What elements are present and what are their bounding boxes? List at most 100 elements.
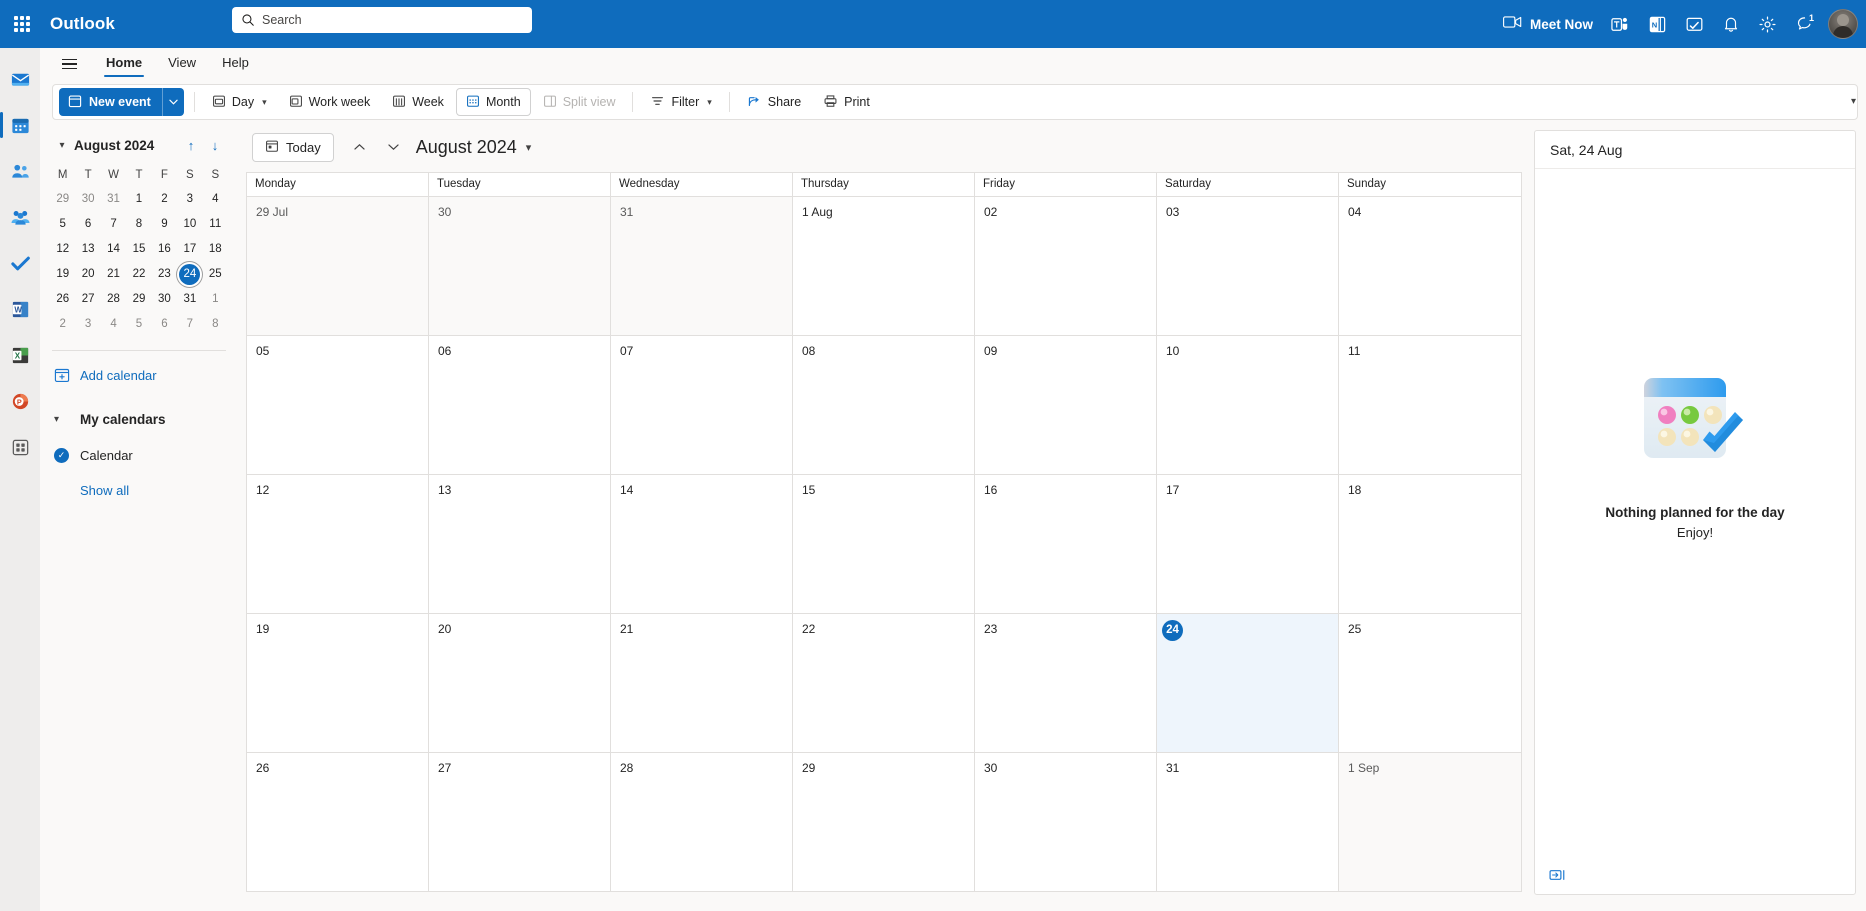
mail-app-icon[interactable] bbox=[0, 56, 40, 102]
calendar-day-cell[interactable]: 09 bbox=[975, 336, 1157, 474]
calendar-day-cell[interactable]: 19 bbox=[247, 614, 429, 752]
calendar-day-cell[interactable]: 28 bbox=[611, 753, 793, 891]
mini-calendar-day[interactable]: 2 bbox=[50, 313, 75, 336]
calendar-day-cell[interactable]: 25 bbox=[1339, 614, 1521, 752]
mini-calendar-day[interactable]: 30 bbox=[75, 188, 100, 211]
search-input[interactable] bbox=[262, 13, 523, 27]
mini-calendar-prev-icon[interactable]: ↑ bbox=[180, 134, 202, 156]
mini-calendar-day[interactable]: 7 bbox=[177, 313, 202, 336]
mini-calendar-day[interactable]: 22 bbox=[126, 263, 151, 286]
calendar-day-cell[interactable]: 31 bbox=[1157, 753, 1339, 891]
mini-calendar-day[interactable]: 8 bbox=[203, 313, 228, 336]
mini-calendar-day[interactable]: 4 bbox=[101, 313, 126, 336]
next-period-icon[interactable] bbox=[380, 133, 408, 161]
calendar-day-cell[interactable]: 08 bbox=[793, 336, 975, 474]
all-apps-icon[interactable] bbox=[0, 424, 40, 470]
calendar-day-cell[interactable]: 23 bbox=[975, 614, 1157, 752]
mini-calendar-day[interactable]: 31 bbox=[101, 188, 126, 211]
calendar-day-cell[interactable]: 05 bbox=[247, 336, 429, 474]
mini-calendar-day-today[interactable]: 24 bbox=[179, 264, 201, 285]
calendar-app-icon[interactable] bbox=[0, 102, 40, 148]
meet-now-button[interactable]: Meet Now bbox=[1494, 0, 1602, 48]
calendar-day-cell[interactable]: 21 bbox=[611, 614, 793, 752]
tab-home[interactable]: Home bbox=[94, 51, 154, 77]
mini-calendar-day[interactable]: 11 bbox=[203, 213, 228, 236]
people-app-icon[interactable] bbox=[0, 148, 40, 194]
view-week-button[interactable]: Week bbox=[382, 88, 454, 116]
calendar-day-cell[interactable]: 04 bbox=[1339, 197, 1521, 335]
mini-calendar-day[interactable]: 6 bbox=[152, 313, 177, 336]
calendar-day-cell[interactable]: 20 bbox=[429, 614, 611, 752]
mini-calendar-day[interactable]: 10 bbox=[177, 213, 202, 236]
mini-calendar-day[interactable]: 1 bbox=[203, 288, 228, 311]
calendar-day-cell[interactable]: 10 bbox=[1157, 336, 1339, 474]
search-box[interactable] bbox=[232, 7, 532, 33]
mini-calendar-day[interactable]: 21 bbox=[101, 263, 126, 286]
mini-calendar-day[interactable]: 4 bbox=[203, 188, 228, 211]
mini-calendar-title[interactable]: August 2024 bbox=[74, 138, 180, 153]
print-button[interactable]: Print bbox=[813, 88, 880, 116]
calendar-day-cell[interactable]: 22 bbox=[793, 614, 975, 752]
split-view-button[interactable]: Split view bbox=[533, 88, 626, 116]
mini-calendar-day[interactable]: 2 bbox=[152, 188, 177, 211]
mini-calendar-day[interactable]: 12 bbox=[50, 238, 75, 261]
mini-calendar-next-icon[interactable]: ↓ bbox=[204, 134, 226, 156]
calendar-list-item[interactable]: ✓ Calendar bbox=[50, 437, 228, 473]
calendar-day-cell[interactable]: 13 bbox=[429, 475, 611, 613]
mini-calendar-day[interactable]: 18 bbox=[203, 238, 228, 261]
view-day-button[interactable]: Day ▾ bbox=[202, 88, 277, 116]
calendar-day-cell[interactable]: 16 bbox=[975, 475, 1157, 613]
mini-calendar-day[interactable]: 29 bbox=[126, 288, 151, 311]
mini-calendar-day[interactable]: 30 bbox=[152, 288, 177, 311]
calendar-day-cell[interactable]: 07 bbox=[611, 336, 793, 474]
new-event-button[interactable]: New event bbox=[59, 88, 184, 116]
calendar-day-cell[interactable]: 30 bbox=[975, 753, 1157, 891]
powerpoint-app-icon[interactable]: P bbox=[0, 378, 40, 424]
calendar-day-cell[interactable]: 27 bbox=[429, 753, 611, 891]
calendar-day-cell[interactable]: 06 bbox=[429, 336, 611, 474]
app-brand-outlook[interactable]: Outlook bbox=[50, 14, 115, 34]
calendar-day-cell[interactable]: 29 bbox=[793, 753, 975, 891]
my-calendars-group[interactable]: ▾ My calendars bbox=[50, 401, 228, 437]
mini-calendar-day[interactable]: 13 bbox=[75, 238, 100, 261]
mini-calendar-day[interactable]: 1 bbox=[126, 188, 151, 211]
view-month-button[interactable]: Month bbox=[455, 88, 531, 116]
app-launcher-icon[interactable] bbox=[0, 0, 44, 48]
mini-calendar-day[interactable]: 26 bbox=[50, 288, 75, 311]
tab-view[interactable]: View bbox=[156, 51, 208, 77]
calendar-day-cell[interactable]: 11 bbox=[1339, 336, 1521, 474]
calendar-day-cell[interactable]: 02 bbox=[975, 197, 1157, 335]
mini-calendar-day[interactable]: 31 bbox=[177, 288, 202, 311]
filter-button[interactable]: Filter ▾ bbox=[640, 88, 721, 116]
notes-icon[interactable] bbox=[1676, 0, 1713, 48]
calendar-day-cell[interactable]: 1 Sep bbox=[1339, 753, 1521, 891]
expand-pane-icon[interactable] bbox=[1549, 866, 1571, 884]
avatar[interactable] bbox=[1828, 9, 1858, 39]
calendar-period-title[interactable]: August 2024 ▾ bbox=[416, 137, 532, 158]
mini-calendar-day[interactable]: 19 bbox=[50, 263, 75, 286]
chevron-down-icon[interactable]: ▾ bbox=[707, 97, 712, 108]
calendar-day-cell[interactable]: 03 bbox=[1157, 197, 1339, 335]
mini-calendar-day[interactable]: 27 bbox=[75, 288, 100, 311]
excel-app-icon[interactable]: X bbox=[0, 332, 40, 378]
calendar-checked-icon[interactable]: ✓ bbox=[54, 447, 80, 463]
ribbon-expand-icon[interactable]: ▾ bbox=[1851, 96, 1856, 107]
view-work-week-button[interactable]: Work week bbox=[279, 88, 381, 116]
new-event-dropdown-icon[interactable] bbox=[161, 88, 184, 116]
calendar-day-cell[interactable]: 14 bbox=[611, 475, 793, 613]
mini-calendar-day[interactable]: 28 bbox=[101, 288, 126, 311]
chevron-down-icon[interactable]: ▾ bbox=[54, 414, 80, 425]
mini-calendar-day[interactable]: 9 bbox=[152, 213, 177, 236]
add-calendar-button[interactable]: Add calendar bbox=[50, 357, 228, 393]
hamburger-menu-icon[interactable] bbox=[54, 49, 84, 79]
calendar-day-cell[interactable]: 31 bbox=[611, 197, 793, 335]
calendar-day-cell[interactable]: 1 Aug bbox=[793, 197, 975, 335]
mini-calendar-day[interactable]: 16 bbox=[152, 238, 177, 261]
calendar-day-cell[interactable]: 12 bbox=[247, 475, 429, 613]
mini-calendar-day[interactable]: 15 bbox=[126, 238, 151, 261]
mini-calendar-day[interactable]: 5 bbox=[50, 213, 75, 236]
chevron-down-icon[interactable]: ▾ bbox=[526, 141, 532, 154]
mini-calendar-day[interactable]: 20 bbox=[75, 263, 100, 286]
chevron-down-icon[interactable]: ▾ bbox=[262, 97, 267, 108]
teams-icon[interactable] bbox=[1602, 0, 1639, 48]
